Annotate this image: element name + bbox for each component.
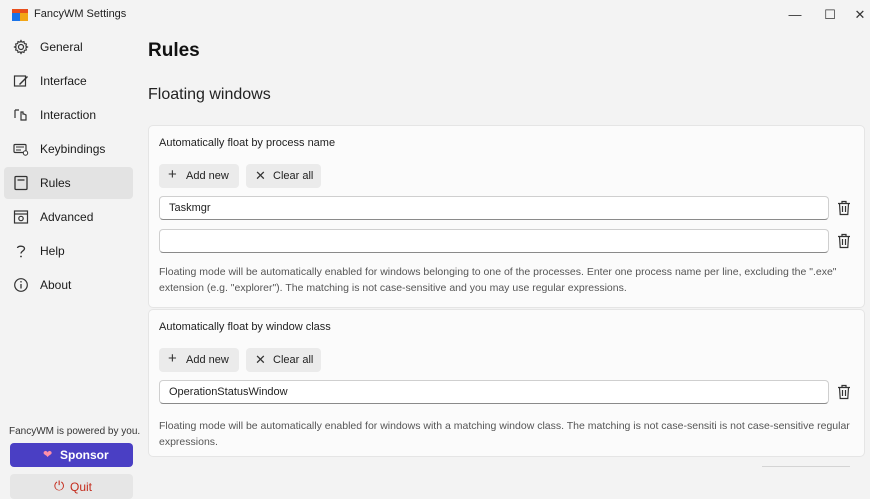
sidebar-item-interface[interactable]: Interface xyxy=(4,65,133,97)
sponsor-label: Sponsor xyxy=(60,448,109,462)
section-title: Floating windows xyxy=(148,86,271,103)
sidebar-item-help[interactable]: Help xyxy=(4,235,133,267)
sidebar-item-interaction[interactable]: Interaction xyxy=(4,99,133,131)
sidebar-item-advanced[interactable]: Advanced xyxy=(4,201,133,233)
sidebar-item-label: Keybindings xyxy=(40,142,106,156)
sidebar-item-general[interactable]: General xyxy=(4,31,133,63)
sidebar-item-label: Rules xyxy=(40,176,71,190)
maximize-button[interactable]: ☐ xyxy=(815,4,845,26)
title-bar: FancyWM Settings — ☐ ✕ xyxy=(0,0,870,28)
minimize-button[interactable]: — xyxy=(780,4,810,26)
quit-label: Quit xyxy=(70,480,93,494)
clear-all-label: Clear all xyxy=(273,170,314,182)
clear-all-button[interactable]: ✕ Clear all xyxy=(246,348,321,372)
help-text: Floating mode will be automatically enab… xyxy=(159,420,850,448)
sidebar-item-label: About xyxy=(40,278,72,292)
delete-icon[interactable] xyxy=(837,233,851,249)
close-button[interactable]: ✕ xyxy=(850,4,870,26)
card-heading: Automatically float by window class xyxy=(159,321,331,333)
sidebar-item-label: Interface xyxy=(40,74,87,88)
add-new-button[interactable]: + Add new xyxy=(159,164,239,188)
pointer-hand-icon xyxy=(14,109,27,121)
window-class-input[interactable] xyxy=(159,380,829,404)
app-logo-icon xyxy=(12,9,28,21)
add-new-label: Add new xyxy=(186,354,229,366)
sidebar-item-label: Help xyxy=(40,244,65,258)
card-heading: Automatically float by process name xyxy=(159,137,336,149)
edit-window-icon xyxy=(13,75,28,87)
info-icon xyxy=(14,278,28,292)
clear-all-label: Clear all xyxy=(273,354,314,366)
sidebar-item-label: Interaction xyxy=(40,108,97,122)
add-new-label: Add new xyxy=(186,170,229,182)
add-new-button[interactable]: + Add new xyxy=(159,348,239,372)
question-icon xyxy=(16,245,26,258)
process-name-card: Automatically float by process name + Ad… xyxy=(148,125,865,308)
sidebar-item-keybindings[interactable]: Keybindings xyxy=(4,133,133,165)
powered-by-text: FancyWM is powered by you. xyxy=(9,426,141,437)
process-name-input[interactable] xyxy=(159,196,829,220)
quit-button[interactable]: ⏻ Quit xyxy=(10,474,133,499)
advanced-icon xyxy=(13,210,29,224)
sidebar-item-rules[interactable]: Rules xyxy=(4,167,133,199)
heart-icon: ❤ xyxy=(43,449,53,461)
power-icon: ⏻ xyxy=(54,478,65,493)
delete-icon[interactable] xyxy=(837,384,851,400)
x-icon: ✕ xyxy=(255,352,266,367)
process-name-input[interactable] xyxy=(159,229,829,253)
window-class-card: Automatically float by window class + Ad… xyxy=(148,309,865,457)
clear-all-button[interactable]: ✕ Clear all xyxy=(246,164,321,188)
divider xyxy=(762,466,850,467)
x-icon: ✕ xyxy=(255,168,266,183)
sidebar-item-label: Advanced xyxy=(40,210,94,224)
window-title: FancyWM Settings xyxy=(34,8,127,20)
sidebar-item-about[interactable]: About xyxy=(4,269,133,301)
help-text: Floating mode will be automatically enab… xyxy=(159,266,837,294)
keyboard-icon xyxy=(13,143,29,156)
rules-icon xyxy=(14,175,28,191)
plus-icon: + xyxy=(168,350,177,367)
plus-icon: + xyxy=(168,166,177,183)
sponsor-button[interactable]: ❤ Sponsor xyxy=(10,443,133,467)
page-title: Rules xyxy=(148,40,200,61)
gear-icon xyxy=(13,39,29,55)
sidebar-item-label: General xyxy=(40,40,83,54)
delete-icon[interactable] xyxy=(837,200,851,216)
